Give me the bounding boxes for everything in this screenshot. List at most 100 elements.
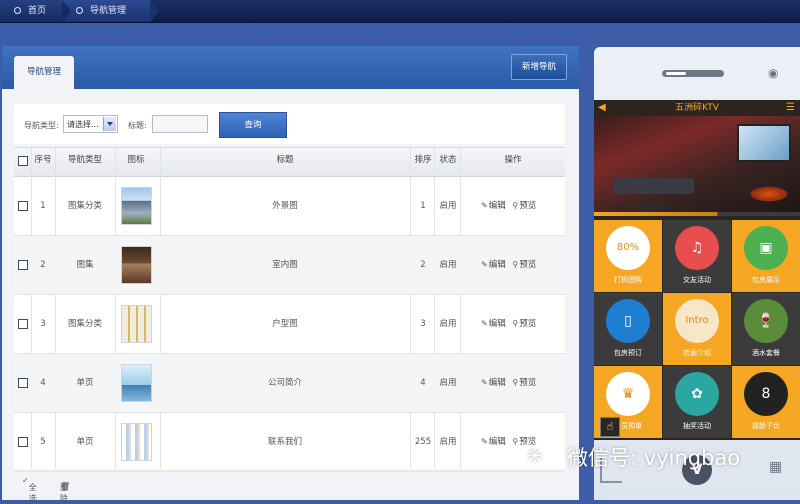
row-checkbox[interactable] [18,319,28,329]
breadcrumb-current[interactable]: 导航管理 [62,0,159,22]
preview-link[interactable]: 预览 [519,378,536,388]
row-status: 启用 [439,260,457,270]
search-icon[interactable]: ⚲ [512,319,518,328]
row-type: 图集分类 [67,201,102,211]
row-type: 图集 [76,260,94,270]
row-order: 255 [414,437,432,447]
col-index: 序号 [34,155,52,165]
edit-icon[interactable]: ✎ [481,437,488,446]
table-row: 2 图集 室内图 2 启用 ✎编辑 ⚲预览 [14,236,565,295]
row-title: 户型图 [272,319,298,329]
lottery-wheel-icon: ✿ [675,372,719,416]
menu-icon[interactable]: ☰ [786,100,795,116]
sofa [614,178,694,194]
breadcrumb-home[interactable]: 首页 [0,0,71,22]
phone-speaker [662,70,724,77]
row-index: 2 [40,260,46,270]
phone-preview: ◉ ◀ 五洲碎KTV ☰ 80% 打折团购 ♫ 交友活动 ▣ 包房展示 ▯ 包房预订 Intro… [594,47,800,500]
banner-progress [594,212,800,216]
select-all-button[interactable]: ✓ 全选 [22,476,37,503]
feature-tile[interactable]: 80% 打折团购 [594,220,662,292]
wechat-icon: ❋ [527,446,543,467]
col-order: 排序 [414,155,432,165]
hand-pointer-icon[interactable]: ☝ [600,417,620,437]
table-row: 5 单页 联系我们 255 启用 ✎编辑 ⚲预览 [14,413,565,472]
eye-icon[interactable]: ◉ [768,66,780,80]
row-actions: ✎编辑 ⚲预览 [481,236,536,294]
row-type: 图集分类 [67,319,102,329]
edit-link[interactable]: 编辑 [489,201,506,211]
table-row: 1 图集分类 外景图 1 启用 ✎编辑 ⚲预览 [14,177,565,236]
preview-link[interactable]: 预览 [519,319,536,329]
query-button[interactable]: 查询 [219,112,287,138]
row-type: 单页 [76,378,94,388]
type-filter-label: 导航类型: [24,121,59,130]
row-order: 4 [420,378,426,388]
feature-tile[interactable]: 8 摇骰子比 [732,366,800,438]
contact-thumbnail [121,423,152,461]
headphones-icon: ♫ [675,226,719,270]
discount-icon: 80% [606,226,650,270]
edit-link[interactable]: 编辑 [489,437,506,447]
title-input[interactable] [152,115,208,133]
edit-icon[interactable]: ✎ [481,260,488,269]
preview-link[interactable]: 预览 [519,201,536,211]
row-title: 外景图 [272,201,298,211]
delete-label: 删除 [60,483,68,503]
interior-thumbnail [121,246,152,284]
introduction-icon: Intro [675,299,719,343]
col-status: 状态 [439,155,457,165]
search-icon[interactable]: ⚲ [512,378,518,387]
row-actions: ✎编辑 ⚲预览 [481,295,536,353]
crown-icon: ♛ [606,372,650,416]
edit-link[interactable]: 编辑 [489,378,506,388]
ktv-banner-image [594,116,800,216]
row-index: 3 [40,319,46,329]
title-filter-label: 标题: [128,121,147,130]
feature-tile[interactable]: Intro 店面介绍 [663,293,731,365]
nav-icon [76,7,83,14]
edit-link[interactable]: 编辑 [489,260,506,270]
search-icon[interactable]: ⚲ [512,260,518,269]
row-checkbox[interactable] [18,437,28,447]
row-status: 启用 [439,201,457,211]
watermark-text: 微信号: vyingbao [567,446,741,470]
select-all-checkbox[interactable] [18,156,28,166]
phone-booking-icon: ▯ [606,299,650,343]
row-checkbox[interactable] [18,260,28,270]
breadcrumb: 首页 导航管理 [0,0,800,23]
search-icon[interactable]: ⚲ [512,201,518,210]
row-title: 室内图 [272,260,298,270]
select-all-label: 全选 [28,483,37,503]
chevron-down-icon[interactable] [103,117,116,131]
preview-link[interactable]: 预览 [519,260,536,270]
feature-label: 摇骰子比 [752,422,780,430]
row-actions: ✎编辑 ⚲预览 [481,177,536,235]
add-nav-button[interactable]: 新增导航 [511,54,567,80]
feature-tile[interactable]: ✿ 抽奖活动 [663,366,731,438]
row-checkbox[interactable] [18,201,28,211]
tab-nav-management[interactable]: 导航管理 [14,56,74,89]
row-order: 2 [420,260,426,270]
edit-icon[interactable]: ✎ [481,319,488,328]
app-feature-grid: 80% 打折团购 ♫ 交友活动 ▣ 包房展示 ▯ 包房预订 Intro 店面介绍 🍷 酒水套餐 ♛ 会员预… [594,220,800,440]
tv-screen [737,124,791,162]
row-checkbox[interactable] [18,378,28,388]
row-index: 4 [40,378,46,388]
row-order: 3 [420,319,426,329]
feature-tile[interactable]: ▯ 包房预订 [594,293,662,365]
search-icon[interactable]: ⚲ [512,437,518,446]
feature-tile[interactable]: ▣ 包房展示 [732,220,800,292]
type-select[interactable]: 请选择... [63,115,118,133]
col-icon: 图标 [127,155,145,165]
row-title: 联系我们 [267,437,302,447]
edit-icon[interactable]: ✎ [481,378,488,387]
feature-tile[interactable]: 🍷 酒水套餐 [732,293,800,365]
col-title: 标题 [276,155,294,165]
feature-label: 店面介绍 [683,349,711,357]
back-arrow-icon[interactable]: ◀ [598,100,606,116]
company-thumbnail [121,364,152,402]
feature-tile[interactable]: ♫ 交友活动 [663,220,731,292]
edit-icon[interactable]: ✎ [481,201,488,210]
edit-link[interactable]: 编辑 [489,319,506,329]
